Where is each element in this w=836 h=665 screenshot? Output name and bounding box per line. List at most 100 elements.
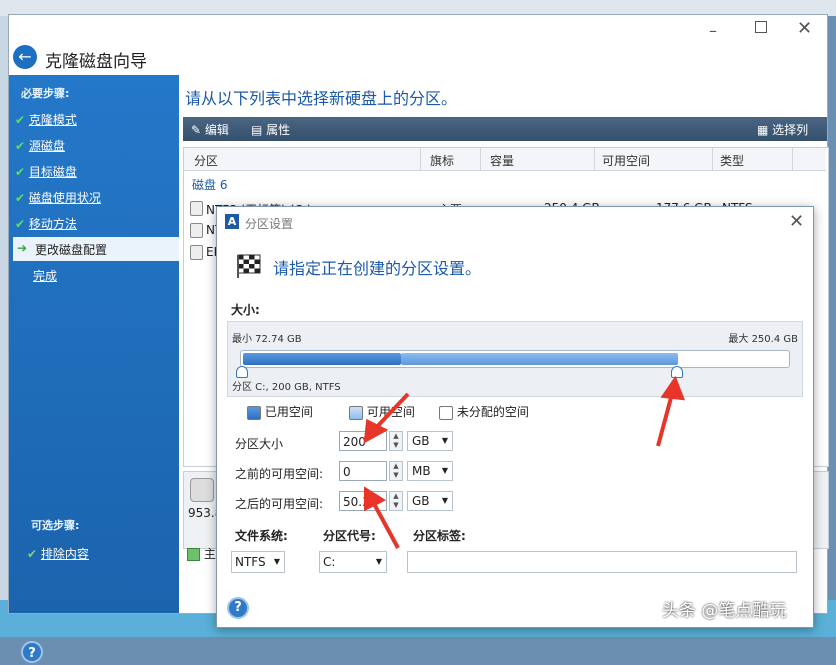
legend-primary-label: 主 — [203, 547, 216, 561]
chevron-down-icon: ▼ — [441, 496, 448, 505]
dialog-title: 分区设置 — [245, 217, 294, 231]
partition-size-stepper[interactable]: ▲ ▼ — [389, 431, 403, 451]
dialog-heading: 请指定正在创建的分区设置。 — [273, 259, 482, 278]
right-slider-handle[interactable] — [671, 366, 683, 378]
sidebar-step-source-disk[interactable]: ✔ 源磁盘 — [15, 137, 65, 154]
dialog-help-icon[interactable]: ? — [227, 597, 249, 619]
edit-label: 编辑 — [204, 123, 229, 137]
sidebar-step-label: 源磁盘 — [28, 139, 65, 153]
partition-size-label: 分区大小 — [235, 437, 284, 451]
partition-icon — [190, 201, 203, 216]
check-icon: ✔ — [15, 191, 26, 205]
minimize-icon[interactable]: – — [709, 21, 717, 40]
sidebar-step-label: 目标磁盘 — [28, 165, 77, 179]
chevron-down-icon: ▼ — [441, 466, 448, 475]
window-title: 克隆磁盘向导 — [45, 52, 147, 72]
filesystem-label: 文件系统: — [235, 529, 288, 543]
free-legend-swatch — [349, 405, 363, 420]
sidebar-optional-exclude[interactable]: ✔ 排除内容 — [27, 545, 89, 562]
volume-label-input[interactable] — [407, 551, 797, 573]
free-after-label: 之后的可用空间: — [235, 497, 324, 511]
unit-value: GB — [412, 434, 430, 448]
acronis-logo-icon: A — [225, 214, 239, 229]
legend-used-label: 已用空间 — [264, 405, 313, 419]
select-columns-label: 选择列 — [772, 123, 809, 137]
legend-unallocated: 未分配的空间 — [439, 403, 529, 420]
column-header-capacity[interactable]: 容量 — [490, 152, 514, 169]
check-icon: ✔ — [15, 139, 26, 153]
sidebar-optional-label: 排除内容 — [40, 547, 89, 561]
partition-icon — [190, 223, 203, 238]
volume-label-label: 分区标签: — [413, 529, 466, 543]
max-size-text: 最大 250.4 GB — [728, 334, 798, 345]
column-header-flag[interactable]: 旗标 — [430, 152, 454, 169]
filesystem-value: NTFS — [235, 555, 266, 569]
drive-letter-select[interactable]: C: ▼ — [319, 551, 387, 573]
free-after-unit-select[interactable]: GB ▼ — [407, 491, 453, 511]
unallocated-legend-swatch — [439, 405, 453, 420]
select-columns-button[interactable]: ▦ 选择列 — [757, 121, 808, 138]
sidebar-step-move-method[interactable]: ✔ 移动方法 — [15, 215, 77, 232]
sidebar-step-change-config[interactable]: ➔ 更改磁盘配置 — [13, 237, 179, 261]
sidebar-step-disk-usage[interactable]: ✔ 磁盘使用状况 — [15, 189, 101, 206]
content-title: 请从以下列表中选择新硬盘上的分区。 — [185, 89, 458, 108]
drive-letter-label: 分区代号: — [323, 529, 376, 543]
min-size-text: 最小 72.74 GB — [232, 334, 302, 345]
chevron-down-icon: ▼ — [375, 557, 382, 566]
sidebar-step-label: 更改磁盘配置 — [35, 243, 108, 257]
column-header-free-space[interactable]: 可用空间 — [602, 152, 650, 169]
drive-letter-value: C: — [323, 555, 336, 569]
unit-value: MB — [412, 464, 431, 478]
sidebar-step-target-disk[interactable]: ✔ 目标磁盘 — [15, 163, 77, 180]
partition-toolbar: ✎ 编辑 ▤ 属性 ▦ 选择列 — [183, 117, 827, 141]
size-label: 大小: — [231, 303, 260, 317]
dialog-close-icon[interactable]: ✕ — [789, 211, 804, 232]
size-slider-panel: 最小 72.74 GB 最大 250.4 GB 分区 C:, 200 GB, N… — [227, 321, 803, 397]
legend-free: 可用空间 — [349, 403, 415, 420]
used-legend-swatch — [247, 405, 261, 420]
legend-unallocated-label: 未分配的空间 — [456, 405, 529, 419]
free-before-unit-select[interactable]: MB ▼ — [407, 461, 453, 481]
back-arrow-icon[interactable]: ← — [13, 45, 37, 69]
sidebar-step-label: 完成 — [33, 269, 58, 283]
edit-button[interactable]: ✎ 编辑 — [191, 121, 229, 138]
primary-legend-swatch — [187, 548, 200, 561]
disk-group-label: 磁盘 6 — [192, 178, 228, 192]
free-after-input[interactable]: 50.39 — [339, 491, 387, 511]
racing-flag-icon — [237, 254, 261, 278]
partition-size-unit-select[interactable]: GB ▼ — [407, 431, 453, 451]
properties-button[interactable]: ▤ 属性 — [251, 121, 290, 138]
column-header-partition[interactable]: 分区 — [194, 152, 218, 169]
close-icon[interactable]: ✕ — [797, 18, 812, 39]
left-slider-handle[interactable] — [236, 366, 248, 378]
used-space-bar — [243, 353, 401, 365]
legend-used: 已用空间 — [247, 403, 313, 420]
properties-icon: ▤ — [251, 123, 263, 137]
unit-value: GB — [412, 494, 430, 508]
partition-icon — [190, 245, 203, 260]
chevron-down-icon: ▼ — [273, 557, 280, 566]
window-titlebar: ← 克隆磁盘向导 – ✕ — [9, 15, 827, 75]
arrow-right-icon: ➔ — [17, 241, 28, 255]
free-before-label: 之前的可用空间: — [235, 467, 324, 481]
filesystem-select[interactable]: NTFS ▼ — [231, 551, 285, 573]
optional-steps-heading: 可选步骤: — [31, 519, 80, 532]
size-slider-track[interactable] — [240, 350, 790, 368]
partition-settings-dialog: A 分区设置 ✕ 请指定正在创建的分区设置。 大小: 最小 72.74 GB 最… — [216, 206, 814, 628]
partition-info-text: 分区 C:, 200 GB, NTFS — [232, 382, 341, 393]
check-icon: ✔ — [15, 113, 26, 127]
free-before-stepper[interactable]: ▲ ▼ — [389, 461, 403, 481]
help-icon[interactable]: ? — [21, 641, 43, 663]
check-icon: ✔ — [15, 217, 26, 231]
watermark-text: 头条 @笔点酷玩 — [662, 601, 787, 621]
sidebar-step-label: 磁盘使用状况 — [28, 191, 101, 205]
free-after-stepper[interactable]: ▲ ▼ — [389, 491, 403, 511]
maximize-icon[interactable] — [755, 21, 767, 33]
sidebar-step-clone-mode[interactable]: ✔ 克隆模式 — [15, 111, 77, 128]
column-header-type[interactable]: 类型 — [720, 152, 744, 169]
disk-icon — [190, 478, 214, 502]
sidebar-step-finish[interactable]: 完成 — [33, 267, 57, 284]
partition-size-input[interactable]: 200 — [339, 431, 387, 451]
free-before-input[interactable]: 0 — [339, 461, 387, 481]
legend-free-label: 可用空间 — [366, 405, 415, 419]
